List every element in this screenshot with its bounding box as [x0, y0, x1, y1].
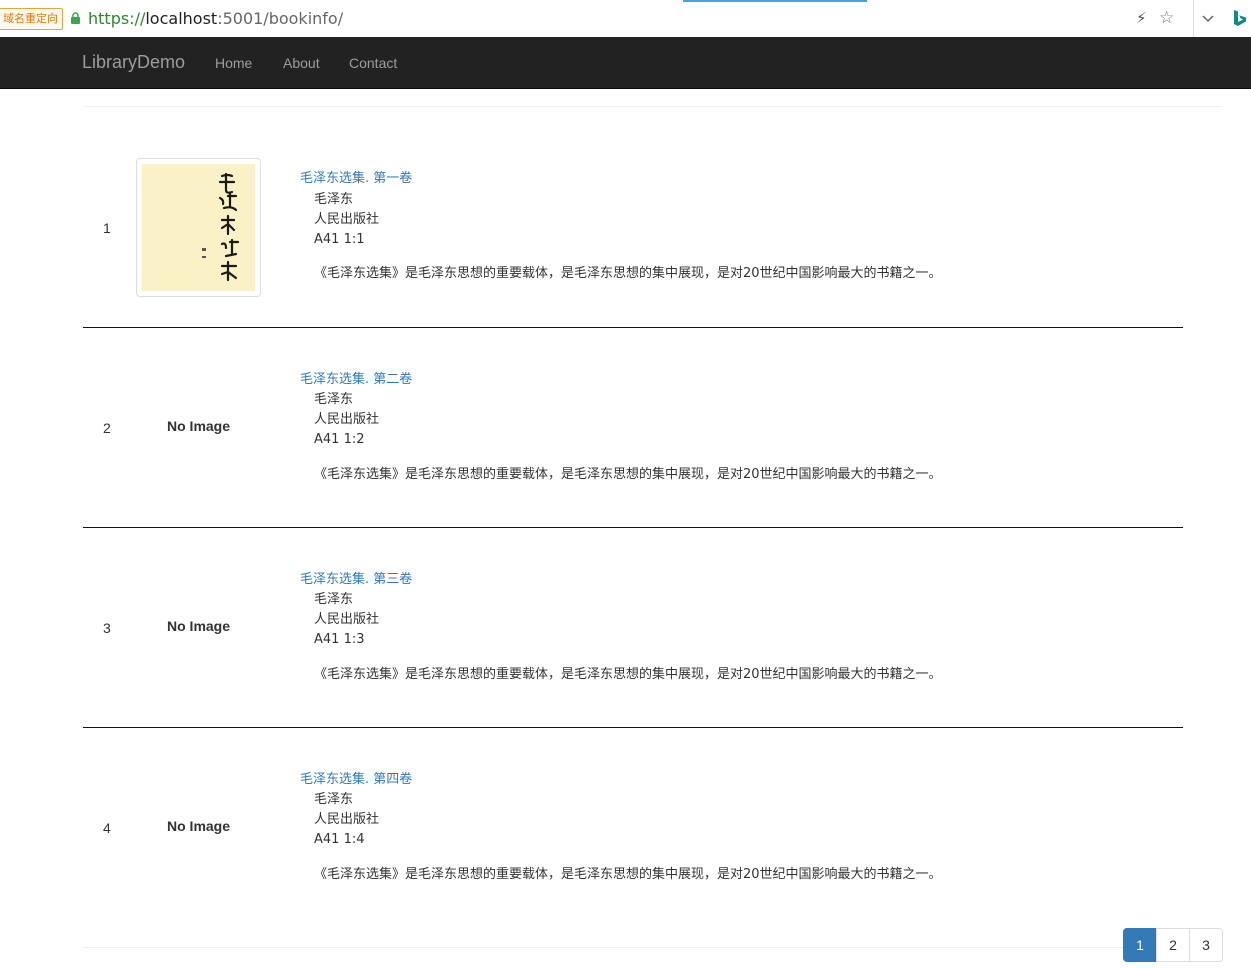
star-icon[interactable]: ☆	[1159, 8, 1174, 28]
book-index: 4	[103, 820, 111, 836]
brand-link[interactable]: LibraryDemo	[82, 52, 185, 72]
book-meta: 毛泽东 人民出版社 A41 1:4	[314, 790, 379, 850]
book-call-number: A41 1:2	[314, 432, 365, 447]
book-meta: 毛泽东 人民出版社 A41 1:3	[314, 590, 379, 650]
book-index: 3	[103, 620, 111, 636]
book-cover-art	[142, 164, 255, 291]
book-title-link[interactable]: 毛泽东选集. 第三卷	[300, 568, 412, 587]
lightning-icon[interactable]: ⚡	[1136, 10, 1147, 26]
book-author: 毛泽东	[314, 592, 354, 607]
book-description: 《毛泽东选集》是毛泽东思想的重要载体，是毛泽东思想的集中展现，是对20世纪中国影…	[314, 467, 942, 482]
book-row: 1 毛泽东选集. 第一卷 毛泽东 人民出版社 A41 1:1 《毛泽东选集》是毛…	[83, 128, 1183, 328]
book-row: 4 No Image 毛泽东选集. 第四卷 毛泽东 人民出版社 A41 1:4 …	[83, 728, 1183, 928]
bing-icon[interactable]	[1232, 9, 1248, 27]
book-author: 毛泽东	[314, 392, 354, 407]
content-top-rule	[83, 106, 1222, 107]
book-meta: 毛泽东 人民出版社 A41 1:2	[314, 390, 379, 450]
lock-icon	[71, 12, 80, 24]
no-image-label: No Image	[167, 818, 231, 834]
book-description: 《毛泽东选集》是毛泽东思想的重要载体，是毛泽东思想的集中展现，是对20世纪中国影…	[314, 667, 942, 682]
book-publisher: 人民出版社	[314, 212, 380, 227]
book-row: 3 No Image 毛泽东选集. 第三卷 毛泽东 人民出版社 A41 1:3 …	[83, 528, 1183, 728]
nav-home-link[interactable]: Home	[215, 54, 252, 72]
book-author: 毛泽东	[314, 792, 354, 807]
url-host: localhost	[145, 9, 218, 28]
browser-address-bar: 域名重定向 https://localhost:5001/bookinfo/ ⚡…	[0, 0, 1251, 38]
book-title-link[interactable]: 毛泽东选集. 第四卷	[300, 768, 412, 787]
no-image-label: No Image	[167, 618, 231, 634]
book-meta: 毛泽东 人民出版社 A41 1:1	[314, 190, 379, 250]
book-description: 《毛泽东选集》是毛泽东思想的重要载体，是毛泽东思想的集中展现，是对20世纪中国影…	[314, 867, 942, 882]
pagination: 1 2 3	[1123, 928, 1223, 962]
book-publisher: 人民出版社	[314, 612, 380, 627]
toolbar-divider	[1193, 0, 1194, 37]
tab-loading-accent	[683, 0, 867, 2]
redirect-tag[interactable]: 域名重定向	[0, 8, 63, 30]
book-title-link[interactable]: 毛泽东选集. 第二卷	[300, 368, 412, 387]
book-index: 2	[103, 420, 111, 436]
book-row: 2 No Image 毛泽东选集. 第二卷 毛泽东 人民出版社 A41 1:2 …	[83, 328, 1183, 528]
page-button-3[interactable]: 3	[1189, 928, 1223, 962]
book-author: 毛泽东	[314, 192, 354, 207]
book-title-link[interactable]: 毛泽东选集. 第一卷	[300, 167, 412, 186]
book-cover-image[interactable]	[136, 158, 261, 297]
calligraphy-art	[202, 172, 240, 282]
url-field[interactable]: https://localhost:5001/bookinfo/	[88, 8, 343, 30]
book-call-number: A41 1:3	[314, 632, 365, 647]
page-button-1[interactable]: 1	[1123, 928, 1157, 962]
book-call-number: A41 1:1	[314, 232, 365, 247]
chevron-down-icon[interactable]	[1201, 11, 1215, 25]
page-button-2[interactable]: 2	[1156, 928, 1190, 962]
book-call-number: A41 1:4	[314, 832, 365, 847]
no-image-label: No Image	[167, 418, 231, 434]
book-publisher: 人民出版社	[314, 412, 380, 427]
book-description: 《毛泽东选集》是毛泽东思想的重要载体，是毛泽东思想的集中展现，是对20世纪中国影…	[314, 266, 942, 281]
nav-about-link[interactable]: About	[283, 54, 320, 72]
book-index: 1	[103, 220, 111, 236]
nav-contact-link[interactable]: Contact	[349, 54, 397, 72]
url-path: :5001/bookinfo/	[217, 9, 344, 28]
book-publisher: 人民出版社	[314, 812, 380, 827]
top-navbar: LibraryDemo Home About Contact	[0, 37, 1251, 89]
url-scheme: https://	[88, 9, 146, 28]
content-bottom-rule	[83, 947, 1123, 948]
